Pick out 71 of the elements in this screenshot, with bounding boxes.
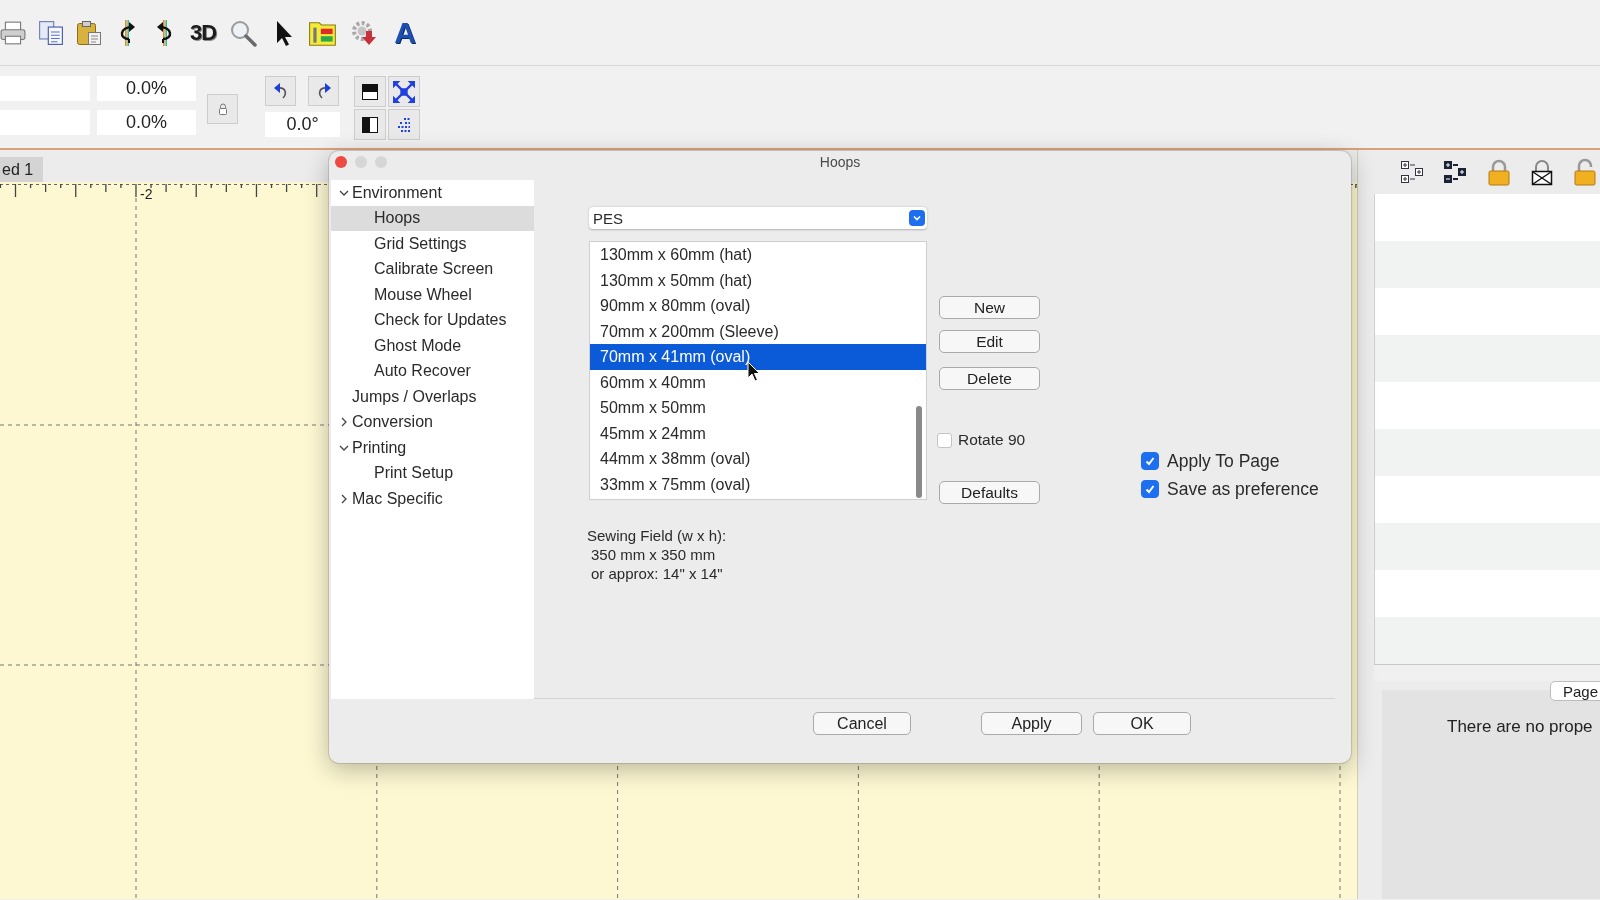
new-button[interactable]: New [939, 296, 1040, 319]
undo-icon [272, 82, 289, 100]
edit-button[interactable]: Edit [939, 330, 1040, 353]
checkbox-label: Rotate 90 [958, 431, 1026, 449]
checkbox[interactable] [937, 432, 952, 448]
checkbox[interactable] [1141, 452, 1159, 470]
list-item[interactable]: 130mm x 60mm (hat) [590, 242, 926, 268]
tree-item[interactable]: Environment [331, 180, 534, 206]
defaults-button[interactable]: Defaults [939, 481, 1040, 504]
chevron-down-icon [909, 210, 925, 226]
tree-item[interactable]: Calibrate Screen [331, 256, 534, 282]
delete-button[interactable]: Delete [939, 367, 1040, 390]
list-item[interactable]: 60mm x 40mm [590, 369, 926, 395]
sewing-field-text: or approx: 14" x 14" [590, 564, 723, 583]
tree-item[interactable]: Printing [331, 435, 534, 461]
checkbox-label: Apply To Page [1167, 450, 1280, 472]
document-tab[interactable]: ed 1 [0, 157, 44, 182]
dialog-title: Hoops [819, 154, 861, 170]
checkbox-label: Save as preference [1167, 478, 1319, 500]
empty-properties-message: There are no prope [1447, 717, 1593, 736]
checkmark-icon [1144, 483, 1156, 495]
tree-item[interactable]: Conversion [331, 409, 534, 435]
list-item[interactable]: 33mm x 75mm (oval) [590, 471, 926, 497]
tree-item[interactable]: Mouse Wheel [331, 282, 534, 308]
checkbox[interactable] [1141, 480, 1159, 498]
left-half-button[interactable] [354, 109, 386, 140]
rotation-field[interactable]: 0.0° [265, 112, 340, 137]
apply-button[interactable]: Apply [981, 712, 1082, 735]
dotted-lines-icon [396, 116, 412, 133]
tree-item[interactable]: Print Setup [331, 460, 534, 486]
four-arrows-icon [393, 80, 415, 103]
four-arrows-button[interactable] [388, 76, 420, 107]
top-half-button[interactable] [354, 76, 386, 107]
tree-item[interactable]: Hoops [331, 205, 534, 231]
paste-icon[interactable] [76, 18, 102, 47]
sewing-field-text: 350 mm x 350 mm [590, 545, 716, 564]
ok-button[interactable]: OK [1093, 712, 1191, 735]
ruler-label: -2 [140, 187, 153, 201]
list-item[interactable]: 70mm x 41mm (oval) [590, 344, 926, 370]
undo-button[interactable] [265, 76, 296, 106]
list-item[interactable]: 90mm x 80mm (oval) [590, 293, 926, 319]
redo-button[interactable] [308, 76, 339, 106]
list-item[interactable]: 45mm x 24mm [590, 420, 926, 446]
copy-icon[interactable] [38, 18, 64, 47]
checkmark-icon [1144, 455, 1156, 467]
lock-icon [217, 103, 228, 115]
tree-item[interactable]: Jumps / Overlaps [331, 384, 534, 410]
search-icon[interactable] [228, 18, 259, 47]
three-d-button[interactable]: 3D [190, 18, 217, 47]
tree-item[interactable]: Mac Specific [331, 486, 534, 512]
tree-item[interactable]: Ghost Mode [331, 333, 534, 359]
scrollbar-thumb[interactable] [916, 406, 922, 498]
close-icon[interactable] [335, 156, 347, 168]
list-item[interactable]: 70mm x 200mm (Sleeve) [590, 318, 926, 344]
cancel-button[interactable]: Cancel [813, 712, 911, 735]
tree-item[interactable]: Grid Settings [331, 231, 534, 257]
top-half-icon [362, 83, 378, 100]
format-dropdown[interactable]: PES [589, 207, 927, 229]
list-item[interactable]: 130mm x 50mm (hat) [590, 267, 926, 293]
list-item[interactable]: 50mm x 50mm [590, 395, 926, 421]
text-tool-button[interactable]: A [394, 16, 416, 49]
scale-field[interactable]: 0.0% [97, 76, 196, 101]
page-tab[interactable]: Page [1550, 681, 1600, 701]
sewing-field-text: Sewing Field (w x h): [587, 526, 727, 545]
tree-item[interactable]: Auto Recover [331, 358, 534, 384]
scale-field[interactable]: 0.0% [97, 110, 196, 135]
list-item[interactable]: 44mm x 38mm (oval) [590, 446, 926, 472]
dotted-lines-button[interactable] [388, 109, 420, 140]
lock-button[interactable] [207, 94, 238, 124]
left-half-icon [362, 116, 378, 133]
tree-item[interactable]: Check for Updates [331, 307, 534, 333]
